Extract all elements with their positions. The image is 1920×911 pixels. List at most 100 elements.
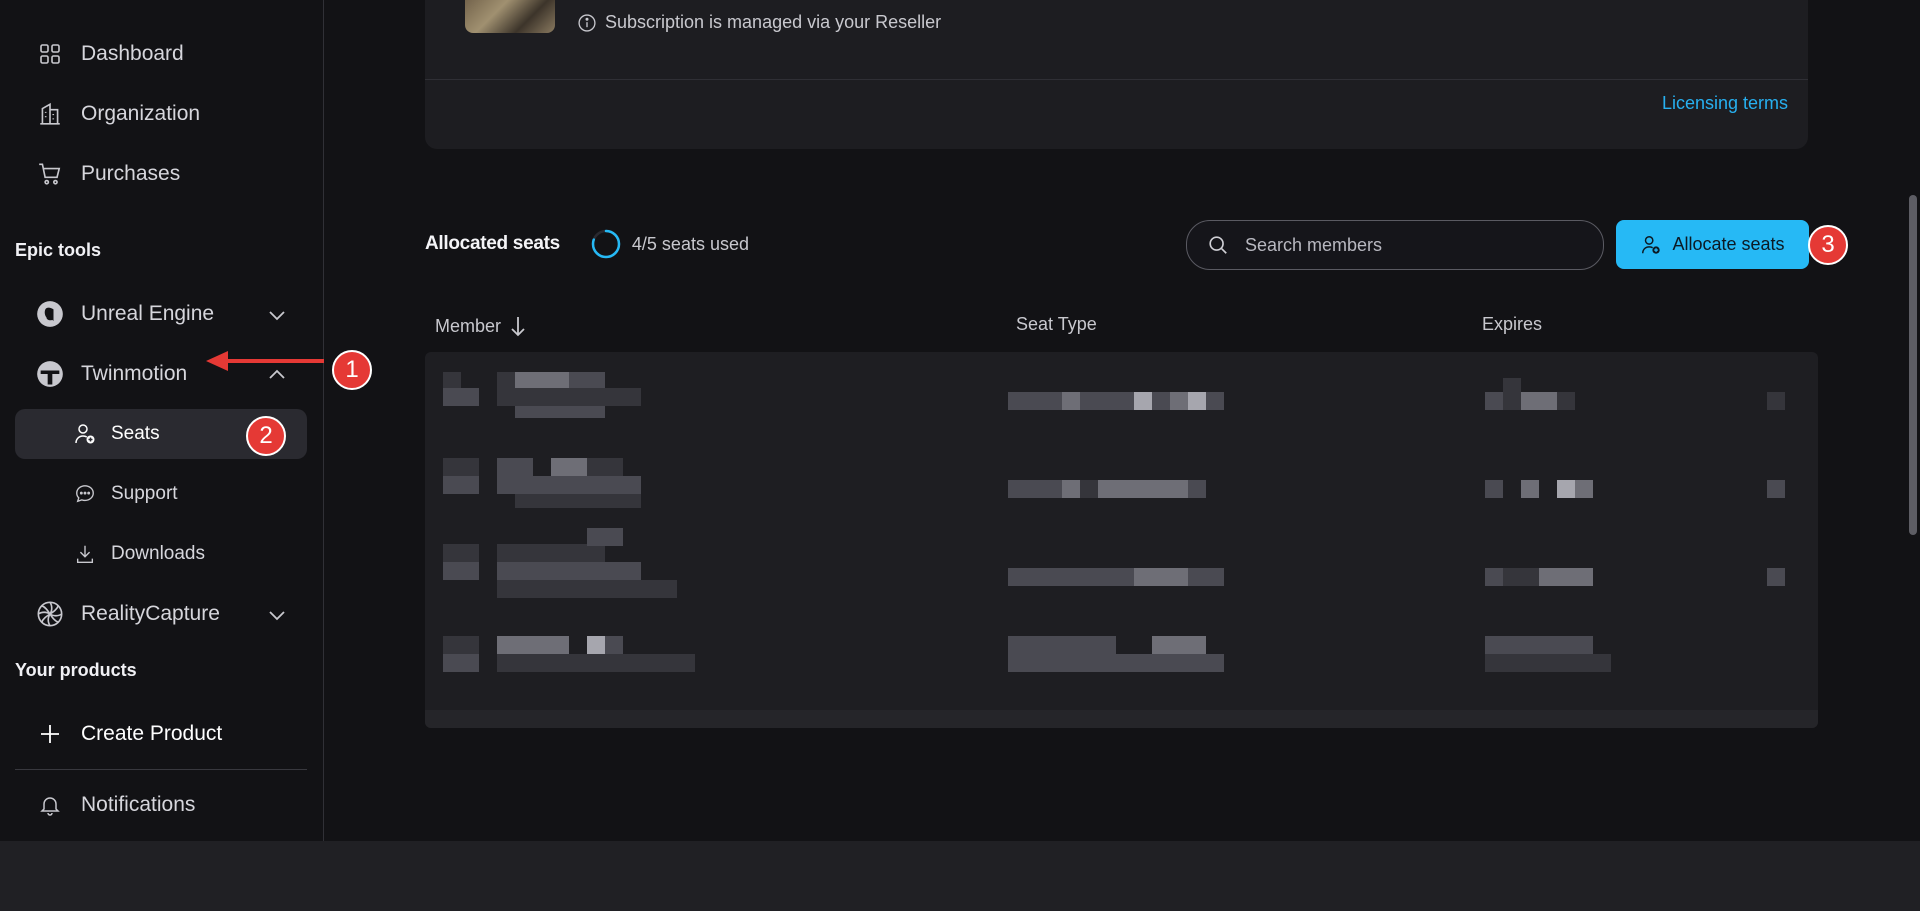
redacted-pixel [1557,392,1575,410]
annotation-badge-2: 2 [246,416,286,456]
table-row[interactable] [425,440,1818,528]
redacted-pixel [1062,392,1080,410]
seats-usage: 4/5 seats used [590,228,749,260]
table-footer-row [425,710,1818,728]
table-row[interactable] [425,528,1818,616]
dashboard-grid-icon [33,37,67,71]
redacted-pixel [1767,392,1785,410]
annotation-badge-3: 3 [1808,225,1848,265]
redacted-pixel [497,654,695,672]
usage-progress-ring [591,229,621,259]
sidebar-divider [15,769,307,770]
allocate-seats-label: Allocate seats [1672,234,1785,254]
sidebar-item-label: Notifications [81,793,196,816]
product-thumbnail [465,0,555,33]
redacted-pixel [497,458,533,476]
create-product-button[interactable]: Create Product [15,709,307,759]
sidebar-item-label: Support [111,483,178,504]
column-header-label: Member [435,315,502,336]
sidebar-item-label: Organization [81,102,201,125]
table-row[interactable] [425,352,1818,440]
sidebar-item-label: Purchases [81,162,181,185]
redacted-pixel [1170,392,1188,410]
sidebar-item-label: Downloads [111,543,205,564]
sidebar-item-realitycapture[interactable]: RealityCapture [15,589,307,639]
plus-icon [33,717,67,751]
sidebar-item-dashboard[interactable]: Dashboard [15,29,307,79]
subscription-notice-text: Subscription is managed via your Reselle… [605,12,942,32]
redacted-pixel [443,544,479,562]
allocated-seats-header: Allocated seats 4/5 seats used [425,228,749,260]
redacted-pixel [1008,392,1062,410]
search-members-field[interactable] [1186,220,1604,270]
sidebar-item-twinmotion[interactable]: Twinmotion [15,349,307,399]
redacted-pixel [1080,392,1134,410]
redacted-pixel [587,458,623,476]
redacted-pixel [515,494,641,508]
redacted-pixel [1152,392,1170,410]
redacted-pixel [1767,568,1785,586]
sidebar-item-label: Seats [111,423,160,444]
redacted-pixel [497,388,641,406]
info-icon [578,13,596,32]
licensing-terms-link[interactable]: Licensing terms [1662,93,1788,114]
sidebar-item-downloads[interactable]: Downloads [15,529,307,579]
redacted-pixel [1485,568,1503,586]
section-title-epic-tools: Epic tools [15,240,102,260]
redacted-pixel [1134,568,1188,586]
redacted-pixel [1008,636,1116,654]
redacted-pixel [497,636,569,654]
column-header-seat-type[interactable]: Seat Type [1016,314,1097,335]
redacted-pixel [1485,392,1503,410]
chat-bubble-icon [71,477,99,511]
redacted-pixel [1008,568,1134,586]
bottom-bar [0,841,1920,911]
sidebar-item-purchases[interactable]: Purchases [15,149,307,199]
annotation-arrow [225,359,324,363]
sort-descending-icon[interactable] [509,314,527,338]
column-header-expires[interactable]: Expires [1482,314,1542,335]
seats-usage-text: 4/5 seats used [631,233,749,254]
annotation-badge-1: 1 [332,350,372,390]
column-header-label: Seat Type [1016,314,1097,334]
chevron-down-icon[interactable] [265,303,289,327]
redacted-pixel [515,372,569,388]
column-header-label: Expires [1482,314,1543,334]
redacted-pixel [1188,568,1224,586]
redacted-pixel [569,372,605,388]
redacted-pixel [1062,480,1080,498]
building-icon [33,97,67,131]
chevron-up-icon[interactable] [265,363,289,387]
redacted-pixel [1557,480,1575,498]
chevron-down-icon[interactable] [265,603,289,627]
search-input[interactable] [1243,233,1587,257]
sidebar-item-organization[interactable]: Organization [15,89,307,139]
redacted-pixel [1098,480,1188,498]
user-plus-icon [71,417,99,451]
cart-icon [33,157,67,191]
redacted-pixel [443,476,479,494]
redacted-pixel [551,458,587,476]
create-product-label: Create Product [81,722,223,745]
redacted-pixel [1521,392,1557,410]
redacted-pixel [1485,636,1593,654]
column-header-member[interactable]: Member [435,314,527,338]
sidebar-item-notifications[interactable]: Notifications [15,780,307,830]
card-divider [425,79,1808,80]
redacted-pixel [1008,480,1062,498]
members-table [425,352,1818,728]
redacted-pixel [1485,480,1503,498]
allocated-seats-title: Allocated seats [425,233,560,254]
redacted-pixel [1485,654,1611,672]
section-title-your-products: Your products [15,660,137,680]
unreal-logo-icon [33,297,67,331]
redacted-pixel [443,654,479,672]
bell-icon [33,788,67,822]
redacted-pixel [1008,654,1224,672]
page-scrollbar[interactable] [1909,195,1917,535]
sidebar-item-unreal-engine[interactable]: Unreal Engine [15,289,307,339]
redacted-pixel [1539,568,1593,586]
table-row[interactable] [425,616,1818,704]
allocate-seats-button[interactable]: Allocate seats [1616,220,1809,269]
sidebar-item-support[interactable]: Support [15,469,307,519]
